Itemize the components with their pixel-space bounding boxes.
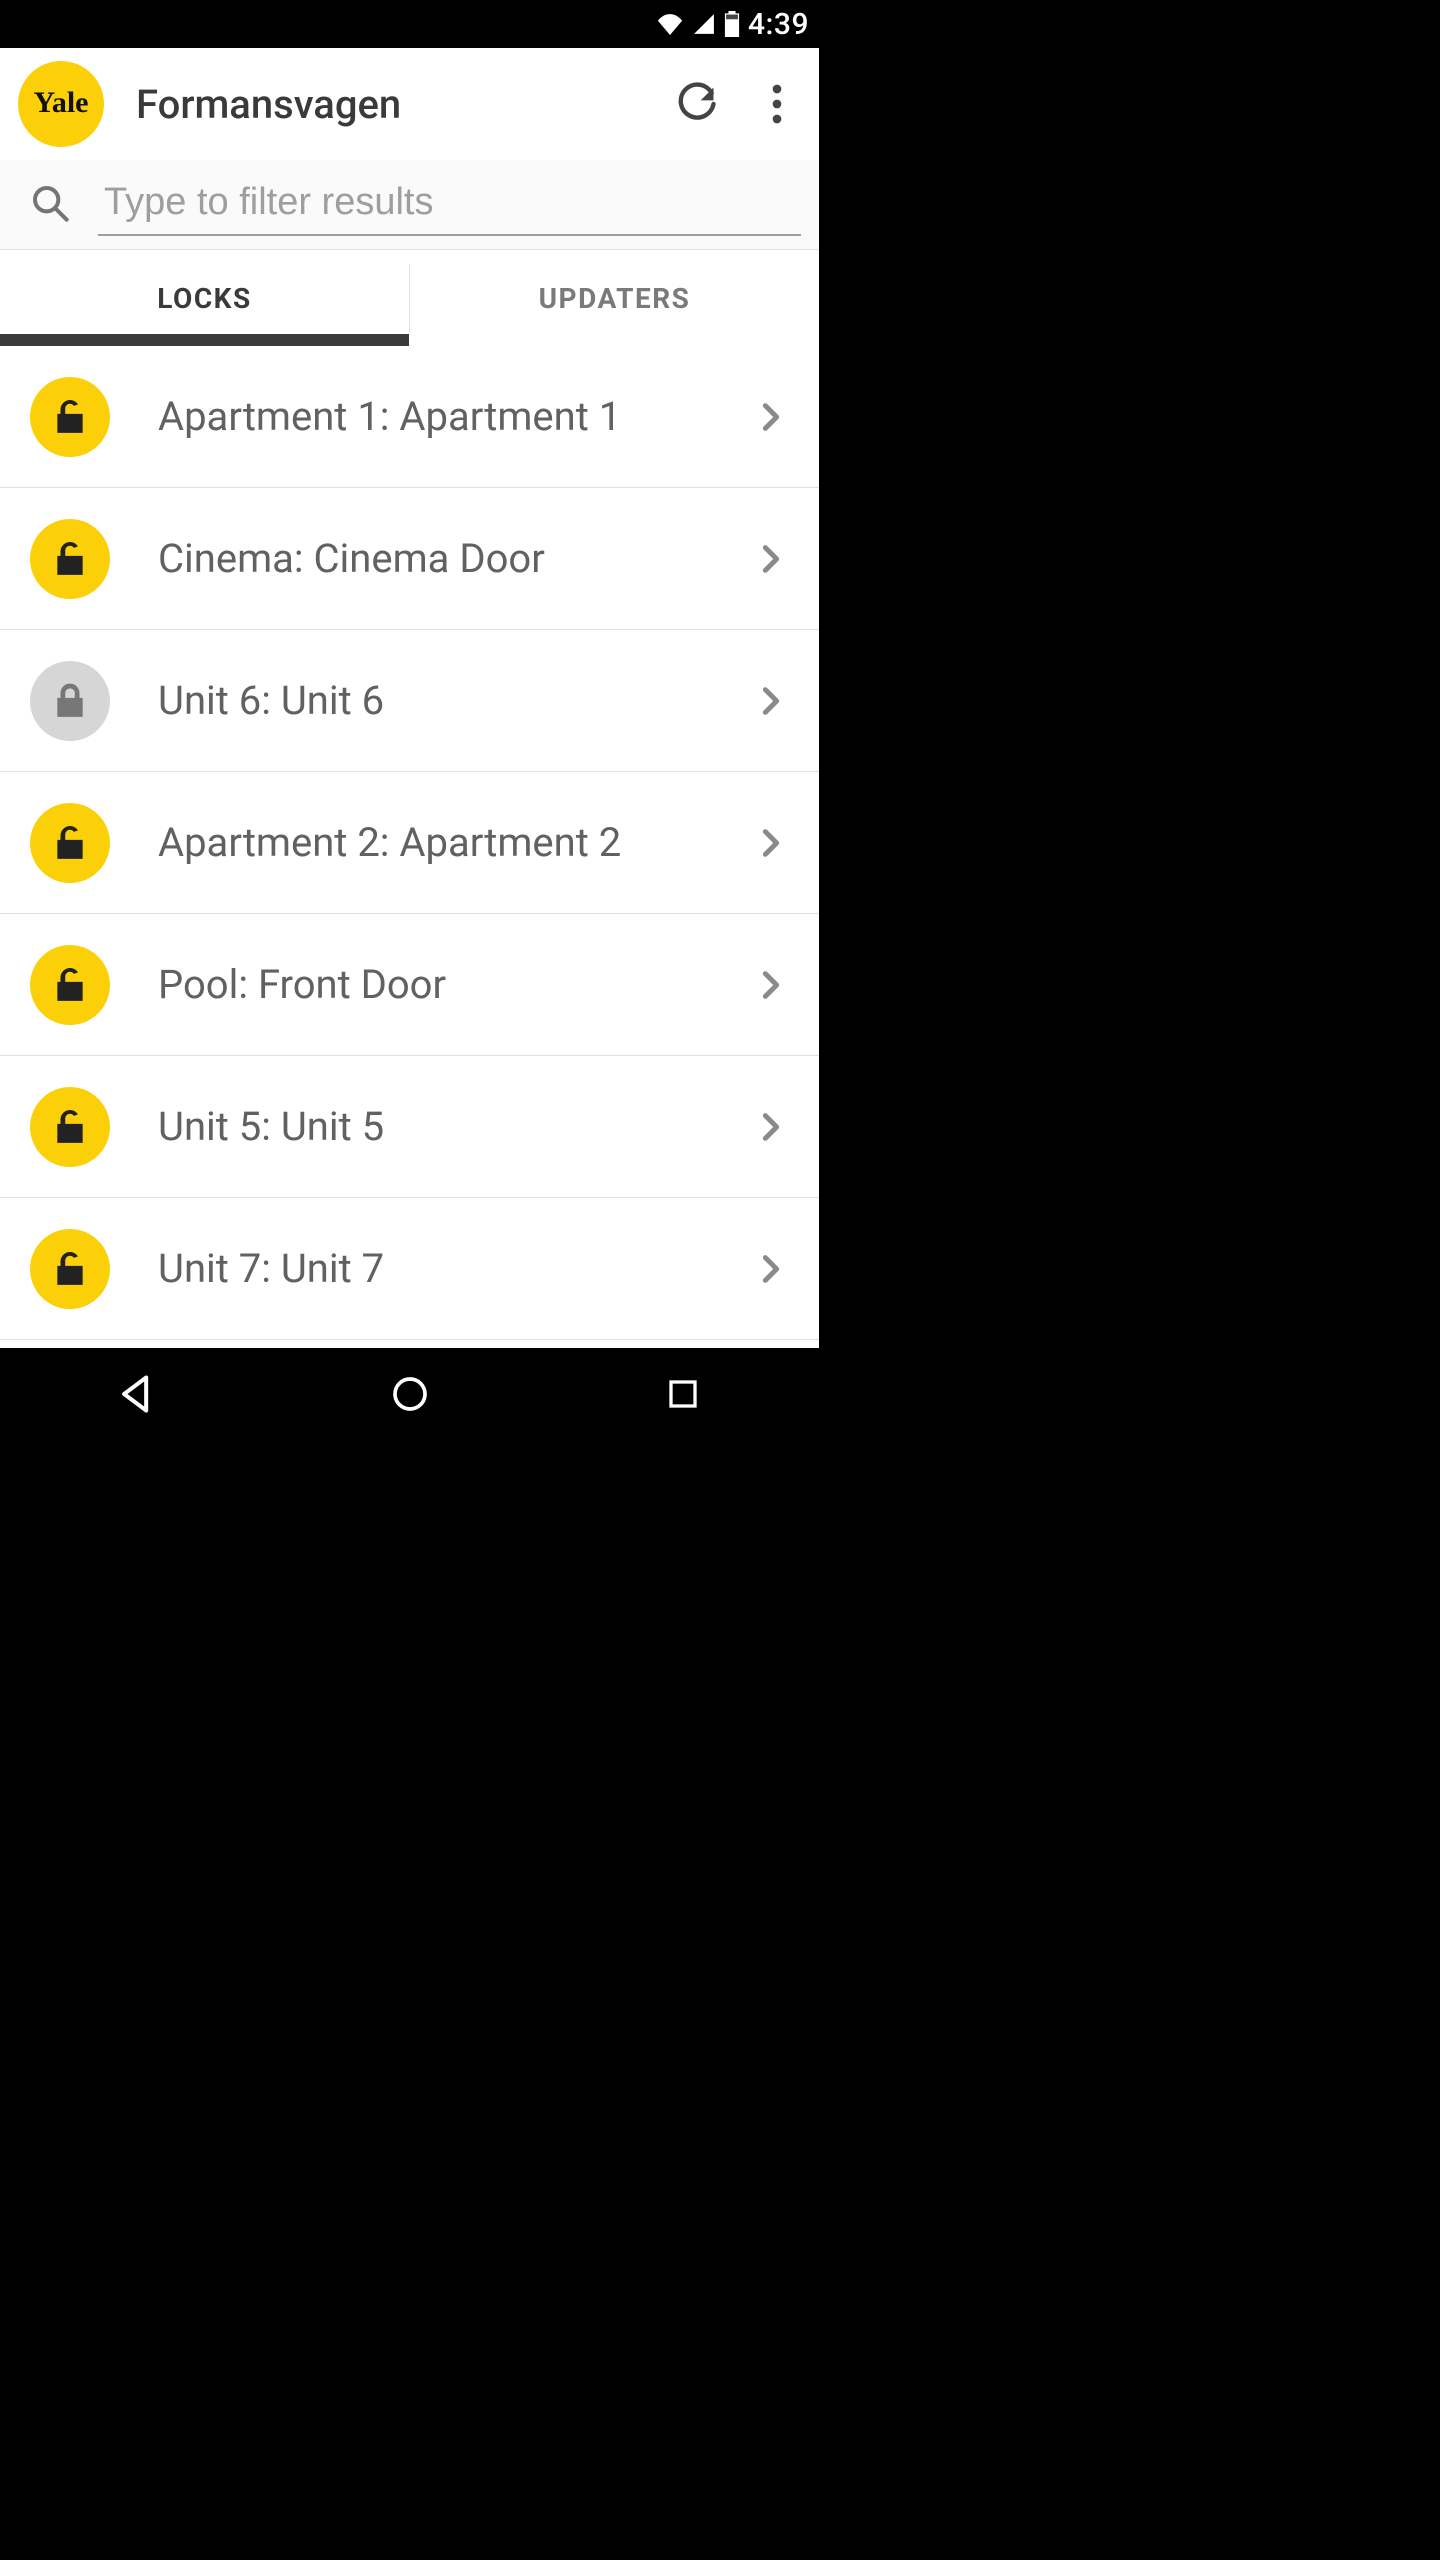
recents-icon bbox=[665, 1376, 701, 1412]
tab-bar: LOCKS UPDATERS bbox=[0, 250, 819, 346]
page-title: Formansvagen bbox=[136, 81, 647, 128]
lock-row[interactable]: Unit 6: Unit 6 bbox=[0, 630, 819, 772]
chevron-right-icon bbox=[747, 535, 795, 583]
refresh-icon bbox=[675, 82, 719, 126]
more-vert-icon bbox=[772, 84, 782, 124]
lock-closed-icon bbox=[30, 661, 110, 741]
lock-row[interactable]: Unit 7: Unit 7 bbox=[0, 1198, 819, 1340]
cell-signal-icon bbox=[692, 13, 716, 35]
lock-row[interactable]: Apartment 1: Apartment 1 bbox=[0, 346, 819, 488]
lock-row[interactable]: Cinema: Cinema Door bbox=[0, 488, 819, 630]
chevron-right-icon bbox=[747, 1103, 795, 1151]
brand-logo: Yale bbox=[18, 61, 104, 147]
tab-locks[interactable]: LOCKS bbox=[0, 250, 409, 346]
brand-logo-text: Yale bbox=[34, 86, 89, 120]
lock-row-label: Unit 7: Unit 7 bbox=[158, 1245, 747, 1292]
lock-row[interactable]: Apartment 2: Apartment 2 bbox=[0, 772, 819, 914]
lock-row-label: Pool: Front Door bbox=[158, 961, 747, 1008]
locks-list: Apartment 1: Apartment 1 Cinema: Cinema D… bbox=[0, 346, 819, 1348]
status-time: 4:39 bbox=[748, 7, 809, 42]
wifi-icon bbox=[656, 13, 684, 35]
chevron-right-icon bbox=[747, 961, 795, 1009]
lock-row[interactable]: Pool: Front Door bbox=[0, 914, 819, 1056]
nav-recents-button[interactable] bbox=[623, 1364, 743, 1424]
lock-open-icon bbox=[30, 1087, 110, 1167]
android-navbar bbox=[0, 1348, 819, 1440]
lock-row-label: Cinema: Cinema Door bbox=[158, 535, 747, 582]
chevron-right-icon bbox=[747, 677, 795, 725]
battery-icon bbox=[724, 11, 740, 37]
lock-row[interactable]: Unit 5: Unit 5 bbox=[0, 1056, 819, 1198]
search-icon bbox=[30, 183, 74, 227]
lock-open-icon bbox=[30, 1229, 110, 1309]
chevron-right-icon bbox=[747, 393, 795, 441]
app-bar: Yale Formansvagen bbox=[0, 48, 819, 160]
lock-row-label: Unit 6: Unit 6 bbox=[158, 677, 747, 724]
lock-open-icon bbox=[30, 377, 110, 457]
nav-back-button[interactable] bbox=[77, 1364, 197, 1424]
tab-updaters[interactable]: UPDATERS bbox=[410, 250, 819, 346]
lock-open-icon bbox=[30, 945, 110, 1025]
lock-row-label: Apartment 2: Apartment 2 bbox=[158, 819, 747, 866]
lock-open-icon bbox=[30, 519, 110, 599]
overflow-menu-button[interactable] bbox=[747, 74, 807, 134]
chevron-right-icon bbox=[747, 819, 795, 867]
search-input[interactable] bbox=[98, 173, 801, 236]
refresh-button[interactable] bbox=[667, 74, 727, 134]
lock-row-label: Unit 5: Unit 5 bbox=[158, 1103, 747, 1150]
lock-row-label: Apartment 1: Apartment 1 bbox=[158, 393, 747, 440]
android-statusbar: 4:39 bbox=[0, 0, 819, 48]
chevron-right-icon bbox=[747, 1245, 795, 1293]
search-bar bbox=[0, 160, 819, 250]
back-icon bbox=[115, 1372, 159, 1416]
nav-home-button[interactable] bbox=[350, 1364, 470, 1424]
home-icon bbox=[390, 1374, 430, 1414]
lock-open-icon bbox=[30, 803, 110, 883]
